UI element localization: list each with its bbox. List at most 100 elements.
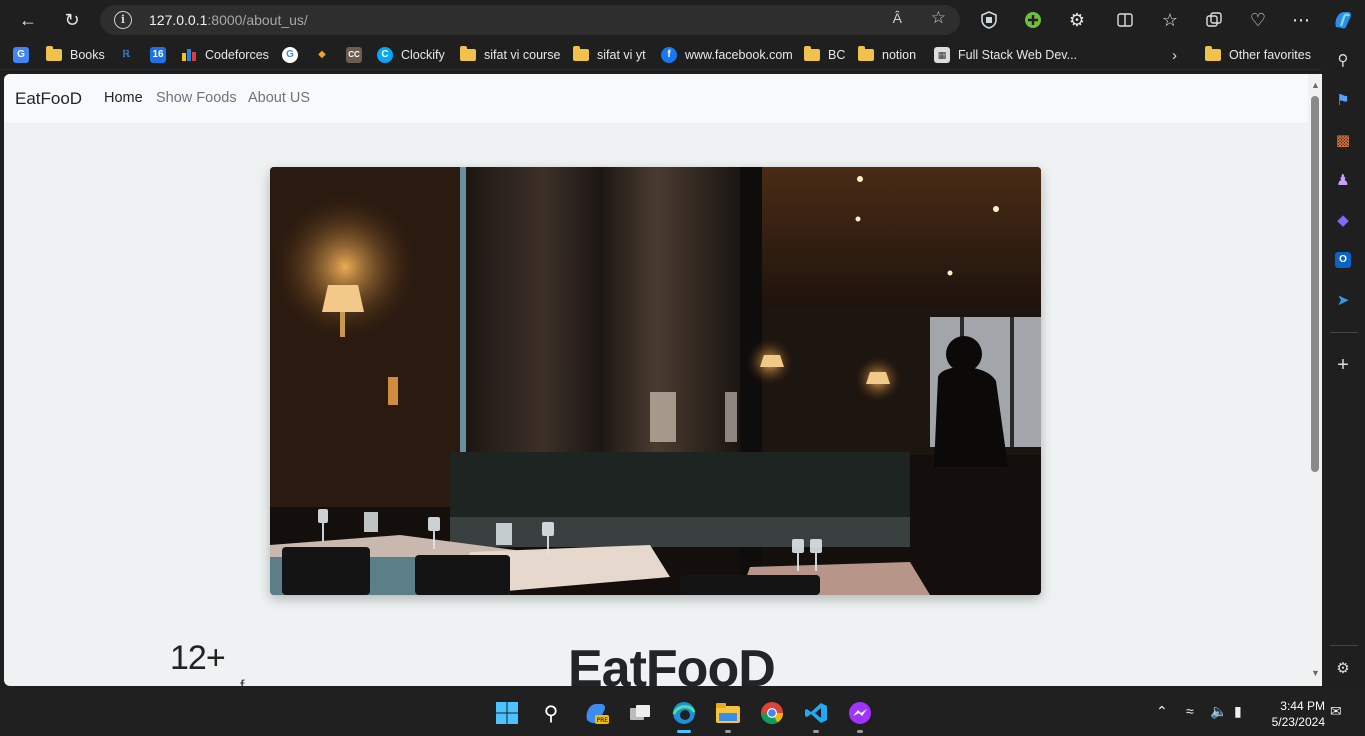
vscode-icon[interactable]	[801, 698, 831, 733]
web-page: EatFooD Home Show Foods About US 12+ Eat…	[4, 74, 1308, 686]
active-indicator	[677, 730, 691, 733]
sidebar-divider	[1330, 332, 1358, 333]
google-icon: G	[282, 47, 298, 63]
favorite-site-1[interactable]: ℝ	[118, 46, 142, 64]
folder-icon	[46, 46, 62, 61]
search-icon[interactable]: ⚲	[536, 698, 566, 728]
favorite-google[interactable]: G	[282, 46, 306, 64]
favorite-other-favorites[interactable]: Other favorites	[1205, 46, 1311, 64]
copilot-pre-icon[interactable]: PRE	[581, 698, 611, 728]
file-explorer-icon[interactable]	[713, 698, 743, 733]
running-indicator	[857, 730, 863, 733]
shield-extension-icon[interactable]	[974, 5, 1004, 35]
layers-icon: ◆	[318, 49, 326, 60]
refresh-icon[interactable]: ↻	[57, 5, 87, 35]
read-aloud-icon[interactable]: Â	[893, 10, 902, 26]
clock-time: 3:44 PM	[1280, 699, 1325, 713]
system-clock[interactable]: 3:44 PM 5/23/2024	[1272, 698, 1325, 730]
send-icon[interactable]: ➤	[1333, 290, 1353, 310]
games-icon[interactable]: ♟	[1333, 170, 1353, 190]
site-navbar: EatFooD Home Show Foods About US	[4, 74, 1308, 123]
clock-date: 5/23/2024	[1271, 715, 1325, 729]
scroll-down-arrow-icon[interactable]: ▼	[1311, 668, 1320, 678]
sidebar-divider	[1330, 645, 1358, 646]
clockify-icon: C	[377, 47, 393, 63]
search-icon[interactable]: ⚲	[1333, 50, 1353, 70]
copilot-icon[interactable]	[1328, 5, 1358, 35]
collections-icon[interactable]	[1199, 5, 1229, 35]
copilot-sidebar-icon[interactable]: ◆	[1333, 210, 1353, 230]
extensions-puzzle-icon[interactable]: ⚙	[1062, 5, 1092, 35]
running-indicator	[813, 730, 819, 733]
favorites-icon[interactable]: ☆	[1155, 5, 1185, 35]
outlook-icon[interactable]: O	[1333, 250, 1353, 270]
favorite-clockify[interactable]: C Clockify	[377, 46, 445, 64]
running-indicator	[725, 730, 731, 733]
nav-link-home[interactable]: Home	[104, 90, 143, 106]
favorite-calendar[interactable]: 16	[150, 46, 174, 64]
favorite-bc[interactable]: BC	[804, 46, 845, 64]
stat-number: 12+	[170, 639, 226, 677]
page-scrollbar[interactable]: ▲ ▼	[1308, 74, 1322, 686]
volume-icon[interactable]: 🔈	[1210, 703, 1227, 720]
favorite-sifat-vi-yt[interactable]: sifat vi yt	[573, 46, 646, 64]
browser-toolbar: ← ↻ i 127.0.0.1:8000/about_us/ Â ☆ ⚙ ☆ …	[0, 0, 1365, 40]
nav-link-about-us[interactable]: About US	[248, 90, 310, 106]
calendar-icon: 16	[150, 47, 166, 63]
folder-icon	[1205, 46, 1221, 61]
site-info-icon[interactable]: i	[114, 11, 132, 29]
folder-icon	[804, 46, 820, 61]
favorite-site-2[interactable]: ◆	[314, 46, 338, 64]
favorite-sifat-vi-course[interactable]: sifat vi course	[460, 46, 560, 64]
browser-essentials-icon[interactable]: ♡	[1243, 5, 1273, 35]
edge-browser-icon[interactable]	[669, 698, 699, 733]
favorite-google-translate[interactable]: G	[13, 46, 37, 64]
google-translate-icon: G	[13, 47, 29, 63]
more-menu-icon[interactable]: ⋯	[1286, 5, 1316, 35]
favorite-books[interactable]: Books	[46, 46, 105, 64]
task-view-icon[interactable]	[625, 698, 655, 728]
favorite-star-icon[interactable]: ☆	[931, 8, 946, 28]
favorite-site-3[interactable]: CC	[346, 46, 370, 64]
favorite-codeforces[interactable]: Codeforces	[181, 46, 269, 64]
favorite-facebook[interactable]: f www.facebook.com	[661, 46, 793, 64]
chevron-up-icon[interactable]: ⌃	[1156, 703, 1168, 720]
wifi-icon[interactable]: ≈	[1186, 703, 1194, 719]
stat-label: f	[240, 678, 244, 686]
site-icon: ℝ	[121, 49, 130, 60]
cc-icon: CC	[346, 47, 362, 63]
navbar-brand[interactable]: EatFooD	[15, 89, 82, 109]
page-title: EatFooD	[568, 640, 776, 686]
folder-icon	[460, 46, 476, 61]
chevron-right-icon[interactable]: ›	[1172, 46, 1177, 64]
messenger-icon[interactable]	[845, 698, 875, 733]
url-text[interactable]: 127.0.0.1:8000/about_us/	[149, 12, 308, 28]
codeforces-icon	[181, 47, 197, 63]
svg-text:PRE: PRE	[597, 717, 609, 724]
scroll-up-arrow-icon[interactable]: ▲	[1311, 80, 1320, 90]
favorite-full-stack-web-dev[interactable]: ▦ Full Stack Web Dev...	[934, 46, 1077, 64]
plus-extension-icon[interactable]	[1018, 5, 1048, 35]
facebook-icon: f	[661, 47, 677, 63]
restaurant-hero-image	[270, 167, 1041, 595]
favorite-notion[interactable]: notion	[858, 46, 916, 64]
start-windows-icon[interactable]	[492, 698, 522, 728]
address-bar[interactable]: i 127.0.0.1:8000/about_us/ Â ☆	[100, 5, 960, 35]
battery-icon[interactable]: ▮	[1234, 703, 1242, 720]
tools-briefcase-icon[interactable]: ▩	[1333, 130, 1353, 150]
folder-icon	[858, 46, 874, 61]
settings-gear-icon[interactable]: ⚙	[1333, 658, 1353, 678]
windows-taskbar: ⚲ PRE ⌃ ≈ 🔈 ▮ 3:44 PM 5/23/2024 ✉	[0, 690, 1365, 736]
favorites-bar: G Books ℝ 16 Codeforces G ◆ CC C Clockify…	[0, 40, 1365, 70]
chrome-icon[interactable]	[757, 698, 787, 728]
split-screen-icon[interactable]	[1110, 5, 1140, 35]
shopping-tag-icon[interactable]: ⚑	[1333, 90, 1353, 110]
back-arrow-icon[interactable]: ←	[13, 5, 43, 35]
notification-bell-icon[interactable]: ✉	[1330, 703, 1342, 720]
grid-icon: ▦	[934, 47, 950, 63]
nav-link-show-foods[interactable]: Show Foods	[156, 90, 237, 106]
scrollbar-thumb[interactable]	[1311, 96, 1319, 472]
edge-sidebar: ⚲ ⚑ ▩ ♟ ◆ O ➤ + ⚙	[1322, 40, 1365, 686]
add-icon[interactable]: +	[1333, 354, 1353, 376]
folder-icon	[573, 46, 589, 61]
